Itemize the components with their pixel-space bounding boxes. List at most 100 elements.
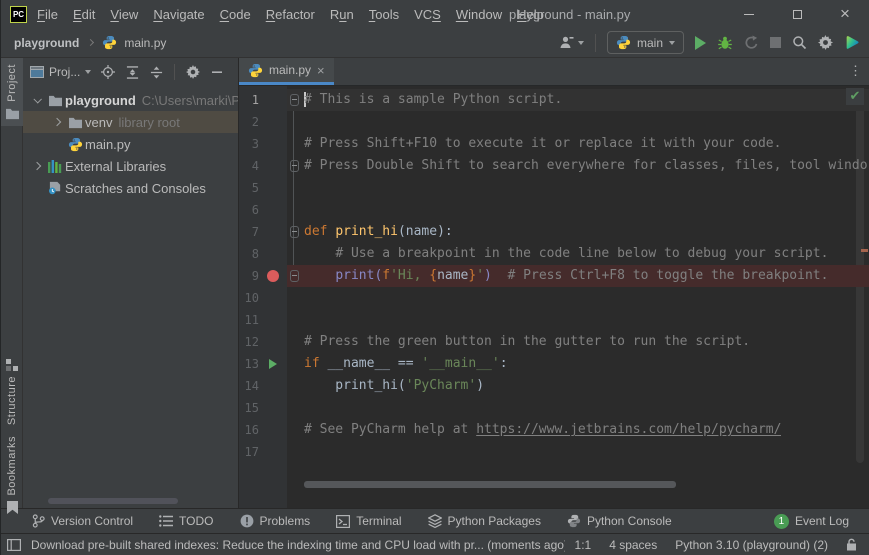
tab-options-icon[interactable]: ⋮ (849, 58, 862, 83)
fold-marker-icon[interactable] (287, 155, 301, 177)
tool-stripe-structure-button[interactable]: Structure (1, 353, 23, 431)
run-with-coverage-button[interactable] (744, 35, 759, 50)
jetbrains-gradient-icon[interactable] (844, 34, 861, 51)
chevron-down-icon[interactable] (29, 97, 45, 103)
breadcrumb-file[interactable]: main.py (124, 36, 166, 50)
code-line-2[interactable]: 2 (239, 111, 869, 133)
breakpoint-icon[interactable] (259, 265, 287, 287)
code-line-3[interactable]: 3# Press Shift+F10 to execute it or repl… (239, 133, 869, 155)
fold-column (287, 133, 301, 155)
code-line-17[interactable]: 17 (239, 441, 869, 463)
fold-marker-icon[interactable] (287, 265, 301, 287)
tool-stripe-project-button[interactable]: Project (1, 58, 23, 126)
pycharm-logo-icon: PC (10, 6, 27, 23)
close-button[interactable]: × (821, 0, 869, 28)
hide-icon[interactable] (211, 66, 223, 78)
tool-window-button-terminal[interactable]: Terminal (336, 514, 401, 528)
project-panel-hscrollbar[interactable] (48, 498, 178, 504)
line-number: 7 (239, 221, 259, 243)
folder-icon (45, 94, 65, 107)
tree-item-external-libraries[interactable]: External Libraries (23, 155, 238, 177)
fold-column (287, 243, 301, 265)
fold-marker-icon[interactable] (287, 221, 301, 243)
caret-position[interactable]: 1:1 (575, 538, 592, 552)
locate-icon[interactable] (101, 65, 115, 79)
code-line-16[interactable]: 16# See PyCharm help at https://www.jetb… (239, 419, 869, 441)
chevron-right-icon[interactable] (49, 119, 65, 125)
run-button[interactable] (695, 36, 706, 50)
project-view-selector[interactable]: Proj... (30, 65, 91, 79)
code-text: # Press Double Shift to search everywher… (301, 155, 868, 177)
debug-button[interactable] (717, 35, 733, 51)
minimize-button[interactable] (725, 0, 773, 28)
code-text: if __name__ == '__main__': (301, 353, 508, 375)
line-content: # Use a breakpoint in the code line belo… (287, 243, 869, 265)
code-line-6[interactable]: 6 (239, 199, 869, 221)
code-line-5[interactable]: 5 (239, 177, 869, 199)
code-editor[interactable]: 1# This is a sample Python script.23# Pr… (239, 86, 869, 508)
minimize-icon (744, 14, 754, 15)
run-config-selector[interactable]: main (607, 31, 684, 54)
run-gutter-icon[interactable] (259, 353, 287, 375)
menu-refactor[interactable]: Refactor (266, 7, 315, 22)
code-line-9[interactable]: 9 print(f'Hi, {name}') # Press Ctrl+F8 t… (239, 265, 869, 287)
tool-window-button-problems[interactable]: Problems (240, 514, 311, 528)
collapse-all-icon[interactable] (150, 66, 163, 79)
code-lines: 1# This is a sample Python script.23# Pr… (239, 89, 869, 463)
stop-button[interactable] (770, 37, 781, 48)
status-message[interactable]: Download pre-built shared indexes: Reduc… (31, 538, 565, 552)
tool-window-button-todo[interactable]: TODO (159, 514, 213, 528)
tool-window-toggle-icon[interactable] (7, 539, 21, 551)
search-everywhere-button[interactable] (792, 35, 807, 50)
code-line-7[interactable]: 7def print_hi(name): (239, 221, 869, 243)
chevron-right-icon[interactable] (29, 163, 45, 169)
menu-code[interactable]: Code (220, 7, 251, 22)
git-branch-icon (32, 514, 45, 528)
tab-close-icon[interactable]: × (317, 64, 325, 77)
tool-window-button-label: Python Packages (448, 514, 541, 528)
code-line-13[interactable]: 13if __name__ == '__main__': (239, 353, 869, 375)
fold-marker-icon[interactable] (287, 89, 301, 111)
tool-window-button-version-control[interactable]: Version Control (32, 514, 133, 528)
menu-vcs[interactable]: VCS (414, 7, 441, 22)
menu-window[interactable]: Window (456, 7, 502, 22)
event-log-button[interactable]: 1Event Log (774, 514, 849, 529)
menu-view[interactable]: View (110, 7, 138, 22)
breadcrumb-project[interactable]: playground (14, 36, 79, 50)
code-line-12[interactable]: 12# Press the green button in the gutter… (239, 331, 869, 353)
code-line-1[interactable]: 1# This is a sample Python script. (239, 89, 869, 111)
tree-item-playground[interactable]: playgroundC:\Users\marki\Pych (23, 89, 238, 111)
settings-icon[interactable] (186, 65, 200, 79)
gutter-spacer (259, 155, 287, 177)
code-line-10[interactable]: 10 (239, 287, 869, 309)
user-profile-button[interactable] (559, 35, 584, 50)
code-line-14[interactable]: 14 print_hi('PyCharm') (239, 375, 869, 397)
settings-gear-button[interactable] (818, 35, 833, 50)
tool-window-button-python-console[interactable]: Python Console (567, 514, 672, 528)
tool-stripe-bookmarks-button[interactable]: Bookmarks (1, 430, 23, 520)
code-line-4[interactable]: 4# Press Double Shift to search everywhe… (239, 155, 869, 177)
tree-item-venv[interactable]: venvlibrary root (23, 111, 238, 133)
menu-navigate[interactable]: Navigate (153, 7, 204, 22)
code-line-11[interactable]: 11 (239, 309, 869, 331)
gutter-spacer (259, 177, 287, 199)
tool-window-button-python-packages[interactable]: Python Packages (428, 514, 541, 528)
menu-run[interactable]: Run (330, 7, 354, 22)
menu-tools[interactable]: Tools (369, 7, 399, 22)
interpreter-selector[interactable]: Python 3.10 (playground) (2) (675, 538, 828, 552)
tree-item-scratches-and-consoles[interactable]: Scratches and Consoles (23, 177, 238, 199)
maximize-button[interactable] (773, 0, 821, 28)
lock-icon[interactable] (846, 538, 857, 551)
code-line-8[interactable]: 8 # Use a breakpoint in the code line be… (239, 243, 869, 265)
indent-setting[interactable]: 4 spaces (609, 538, 657, 552)
tab-main-py[interactable]: main.py × (239, 58, 334, 85)
tree-item-main-py[interactable]: main.py (23, 133, 238, 155)
editor-hscrollbar[interactable] (304, 481, 676, 488)
menu-file[interactable]: File (37, 7, 58, 22)
fold-column (287, 287, 301, 309)
line-number: 6 (239, 199, 259, 221)
expand-all-icon[interactable] (126, 66, 139, 79)
menu-edit[interactable]: Edit (73, 7, 95, 22)
inspections-ok-icon[interactable]: ✔ (846, 88, 864, 105)
code-line-15[interactable]: 15 (239, 397, 869, 419)
